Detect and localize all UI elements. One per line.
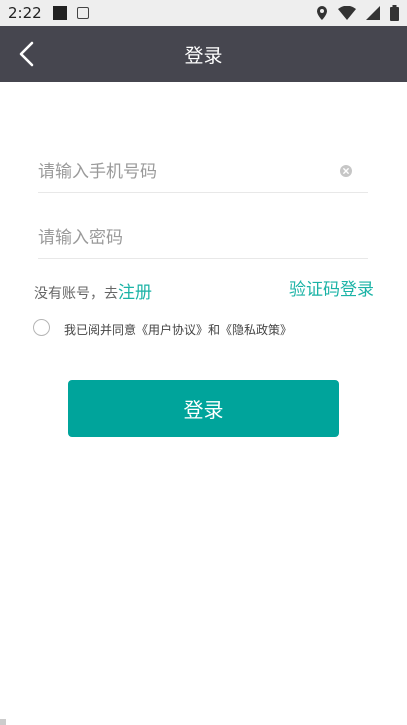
privacy-policy-link[interactable]: 《隐私政策》 bbox=[220, 323, 292, 337]
location-icon bbox=[317, 6, 327, 20]
agreement-checkbox[interactable] bbox=[33, 319, 50, 336]
phone-field-row bbox=[38, 156, 368, 193]
agreement-text: 我已阅并同意《用户协议》和《隐私政策》 bbox=[64, 321, 292, 338]
status-time: 2:22 bbox=[8, 4, 42, 22]
phone-input[interactable] bbox=[38, 156, 328, 188]
login-button[interactable]: 登录 bbox=[68, 380, 339, 437]
password-input[interactable] bbox=[38, 222, 328, 254]
agreement-prefix: 我已阅并同意 bbox=[64, 323, 137, 337]
signal-icon bbox=[366, 6, 380, 20]
battery-icon bbox=[390, 5, 399, 21]
password-field-row bbox=[38, 222, 368, 259]
wifi-icon bbox=[338, 6, 356, 20]
page-title: 登录 bbox=[184, 45, 223, 67]
clear-circle-icon[interactable] bbox=[340, 162, 352, 177]
auth-links-row: 没有账号，去注册 验证码登录 bbox=[34, 274, 374, 303]
nav-bar: 登录 bbox=[0, 26, 407, 82]
code-login-link[interactable]: 验证码登录 bbox=[289, 275, 374, 300]
app-a-icon bbox=[77, 7, 89, 19]
no-account-text: 没有账号，去 bbox=[34, 286, 118, 302]
user-agreement-link[interactable]: 《用户协议》 bbox=[136, 323, 208, 337]
status-icons bbox=[316, 5, 399, 21]
no-account-prompt: 没有账号，去注册 bbox=[34, 278, 152, 303]
corner-mark bbox=[0, 719, 6, 725]
agreement-and: 和 bbox=[208, 323, 221, 337]
status-bar: 2:22 bbox=[0, 0, 407, 26]
register-link[interactable]: 注册 bbox=[118, 283, 152, 303]
notification-square-icon bbox=[53, 6, 67, 20]
